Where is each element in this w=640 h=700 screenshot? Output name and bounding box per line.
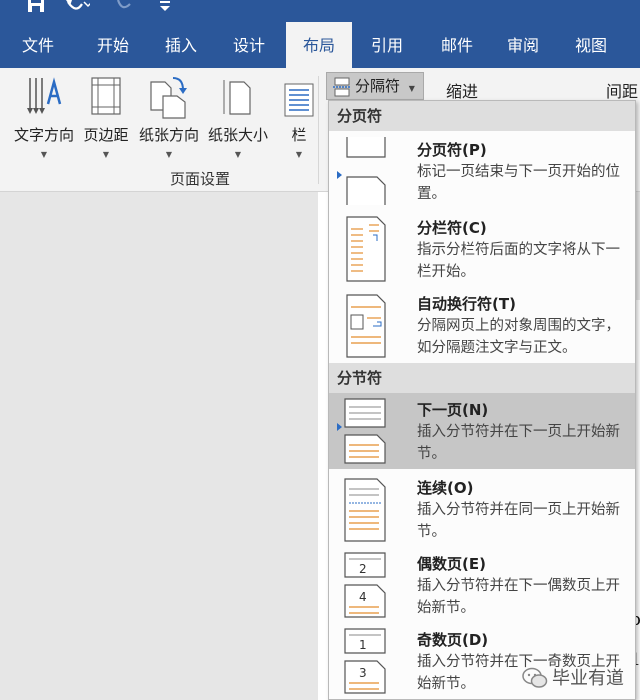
save-icon[interactable] [26, 0, 46, 14]
menu-item-title: 奇数页(D) [417, 631, 489, 649]
columns-button[interactable]: 栏 ▼ [280, 72, 318, 168]
page-setup-group-label: 页面设置 [170, 170, 231, 188]
section-header-page-breaks: 分页符 [329, 101, 635, 131]
continuous-icon [344, 478, 386, 542]
chevron-down-icon: ▼ [234, 150, 242, 159]
menu-item-description: 分隔网页上的对象周围的文字，如分隔题注文字与正文。 [417, 318, 620, 356]
orientation-label: 纸张方向 [138, 126, 199, 144]
chevron-down-icon: ▼ [295, 150, 303, 159]
wechat-icon [522, 667, 548, 688]
size-label: 纸张大小 [207, 126, 268, 144]
next-page-icon [344, 398, 386, 464]
watermark-text: 毕业有道 [552, 668, 624, 689]
tab-layout[interactable]: 布局 [286, 22, 352, 68]
redo-icon[interactable] [114, 0, 136, 14]
menu-item-description: 插入分节符并在下一偶数页上开始新节。 [417, 578, 620, 616]
menu-item-title: 下一页(N) [417, 401, 489, 419]
menu-item-description: 插入分节符并在下一页上开始新节。 [417, 424, 620, 462]
breaks-dropdown-menu: 分页符 分页符(P) 标记一页结束与下一页开始的位置。 分栏符(C) 指示分栏符… [328, 100, 636, 700]
quick-access-toolbar [0, 0, 640, 22]
menu-item-even-page[interactable]: 2 4 偶数页(E) 插入分节符并在下一偶数页上开始新节。 [329, 547, 635, 623]
margins-button[interactable]: 页边距 ▼ [80, 72, 132, 168]
margins-icon [91, 77, 121, 115]
margins-label: 页边距 [83, 126, 129, 144]
menu-item-page-break[interactable]: 分页符(P) 标记一页结束与下一页开始的位置。 [329, 133, 635, 209]
page-number-label: 1 [359, 638, 367, 652]
menu-item-text-wrapping-break[interactable]: 自动换行符(T) 分隔网页上的对象周围的文字，如分隔题注文字与正文。 [329, 287, 635, 363]
text-wrapping-break-icon [346, 294, 386, 358]
menu-item-title: 分页符(P) [417, 141, 487, 159]
tab-mailings[interactable]: 邮件 [428, 22, 486, 68]
size-button[interactable]: 纸张大小 ▼ [204, 72, 272, 168]
even-page-icon: 2 4 [344, 552, 386, 618]
word-window: 文件 开始 插入 设计 布局 引用 邮件 审阅 视图 文字方向 ▼ 页边距 ▼ … [0, 0, 640, 700]
chevron-down-icon: ▼ [102, 150, 110, 159]
columns-label: 栏 [291, 126, 307, 144]
pointer-icon [337, 423, 342, 431]
page-break-icon [346, 137, 386, 205]
chevron-down-icon: ▼ [40, 150, 48, 159]
tab-file[interactable]: 文件 [8, 22, 68, 68]
text-direction-label: 文字方向 [13, 126, 74, 144]
breaks-label: 分隔符 [355, 77, 401, 95]
tab-references[interactable]: 引用 [358, 22, 416, 68]
pointer-icon [337, 171, 342, 179]
tab-design[interactable]: 设计 [220, 22, 278, 68]
odd-page-icon: 1 3 [344, 628, 386, 694]
tab-insert[interactable]: 插入 [152, 22, 210, 68]
ribbon-tabs: 文件 开始 插入 设计 布局 引用 邮件 审阅 视图 [0, 22, 640, 68]
breaks-button[interactable]: 分隔符 ▼ [326, 72, 424, 100]
tab-home[interactable]: 开始 [84, 22, 142, 68]
column-break-icon [346, 216, 386, 282]
page-number-label: 3 [359, 666, 367, 680]
menu-item-description: 插入分节符并在同一页上开始新节。 [417, 502, 620, 540]
group-divider [318, 76, 319, 184]
text-direction-button[interactable]: 文字方向 ▼ [6, 72, 82, 168]
chevron-down-icon: ▼ [408, 84, 415, 93]
menu-item-description: 标记一页结束与下一页开始的位置。 [417, 164, 620, 202]
section-header-section-breaks: 分节符 [329, 363, 635, 393]
menu-item-column-break[interactable]: 分栏符(C) 指示分栏符后面的文字将从下一栏开始。 [329, 211, 635, 287]
page-number-label: 4 [359, 590, 367, 604]
text-direction-icon [27, 77, 62, 114]
paper-size-icon [223, 80, 251, 115]
customize-qat-icon[interactable] [158, 0, 172, 14]
spacing-label: 间距 [606, 82, 639, 101]
indent-label: 缩进 [446, 82, 479, 101]
menu-item-title: 自动换行符(T) [417, 295, 516, 313]
menu-item-continuous[interactable]: 连续(O) 插入分节符并在同一页上开始新节。 [329, 471, 635, 547]
menu-item-title: 偶数页(E) [417, 555, 486, 573]
menu-item-title: 连续(O) [417, 479, 474, 497]
undo-icon[interactable] [64, 0, 90, 14]
tab-view[interactable]: 视图 [562, 22, 620, 68]
breaks-icon [333, 77, 351, 97]
orientation-button[interactable]: 纸张方向 ▼ [134, 72, 204, 168]
menu-item-description: 指示分栏符后面的文字将从下一栏开始。 [417, 242, 620, 280]
tab-review[interactable]: 审阅 [494, 22, 552, 68]
menu-item-next-page[interactable]: 下一页(N) 插入分节符并在下一页上开始新节。 [329, 393, 635, 469]
orientation-icon [150, 77, 187, 119]
columns-icon [284, 83, 314, 117]
menu-item-title: 分栏符(C) [417, 219, 487, 237]
page-number-label: 2 [359, 562, 367, 576]
chevron-down-icon: ▼ [165, 150, 173, 159]
